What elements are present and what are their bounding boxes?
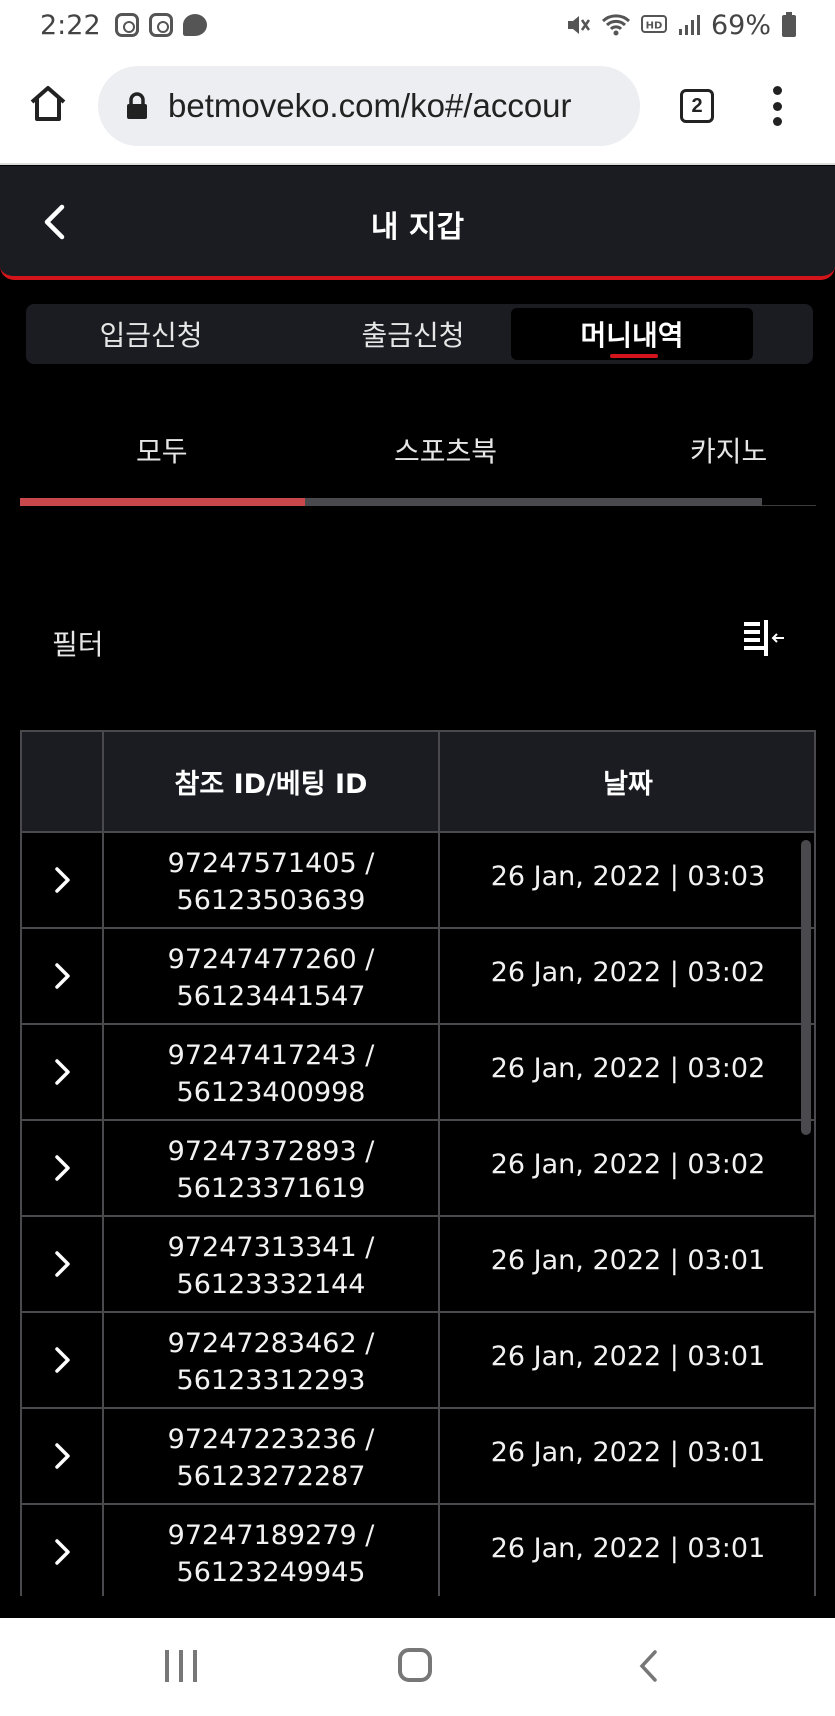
nav-home-icon[interactable] — [398, 1648, 432, 1682]
tab-money-history[interactable]: 머니내역 — [511, 308, 753, 360]
ref-id: 97247313341 / — [167, 1232, 375, 1263]
column-header-ref-id: 참조 ID/베팅 ID — [174, 769, 368, 800]
filter-label: 필터 — [52, 628, 104, 661]
svg-text:HD: HD — [646, 21, 663, 32]
ref-bet-id-cell: 97247477260 / 56123441547 — [104, 941, 438, 1015]
ref-id: 97247477260 / — [167, 944, 375, 975]
ref-bet-id-cell: 97247571405 / 56123503639 — [104, 845, 438, 919]
ref-bet-id-cell: 97247189279 / 56123249945 — [104, 1517, 438, 1591]
status-time: 2:22 — [40, 9, 101, 41]
table-row[interactable]: 97247223236 / 56123272287 26 Jan, 2022 | 0… — [20, 1409, 816, 1505]
filter-toggle-icon[interactable] — [742, 618, 786, 658]
subtab-casino[interactable]: 카지노 — [690, 430, 767, 470]
ref-bet-id-cell: 97247223236 / 56123272287 — [104, 1421, 438, 1495]
bet-id: 56123400998 — [176, 1077, 366, 1108]
ref-id: 97247372893 / — [167, 1136, 375, 1167]
subtab-sportsbook[interactable]: 스포츠북 — [394, 430, 497, 470]
date-cell: 26 Jan, 2022 | 03:02 — [490, 1053, 766, 1084]
bet-id: 56123503639 — [176, 885, 366, 916]
ref-id: 97247283462 / — [167, 1328, 375, 1359]
address-bar[interactable]: betmoveko.com/ko#/accour — [98, 66, 640, 146]
tab-money-history-label: 머니내역 — [580, 319, 684, 352]
divider — [762, 505, 816, 506]
active-tab-underline — [610, 354, 658, 358]
ref-bet-id-cell: 97247372893 / 56123371619 — [104, 1133, 438, 1207]
wallet-tabs: 입금신청 출금신청 머니내역 — [26, 304, 813, 364]
chevron-right-icon[interactable] — [52, 1441, 74, 1471]
browser-toolbar: betmoveko.com/ko#/accour 2 — [0, 50, 835, 165]
ref-bet-id-cell: 97247313341 / 56123332144 — [104, 1229, 438, 1303]
table-row[interactable]: 97247417243 / 56123400998 26 Jan, 2022 | 0… — [20, 1025, 816, 1121]
bet-id: 56123249945 — [176, 1557, 366, 1588]
bet-id: 56123332144 — [176, 1269, 366, 1300]
app-header: 내 지갑 — [0, 166, 835, 280]
lock-icon — [127, 92, 147, 119]
battery-percent: 69% — [710, 9, 771, 41]
ref-bet-id-cell: 97247283462 / 56123312293 — [104, 1325, 438, 1399]
table-row[interactable]: 97247571405 / 56123503639 26 Jan, 2022 | 0… — [20, 833, 816, 929]
chevron-right-icon[interactable] — [52, 961, 74, 991]
ref-id: 97247417243 / — [167, 1040, 375, 1071]
wifi-icon — [601, 14, 631, 36]
date-cell: 26 Jan, 2022 | 03:01 — [490, 1437, 766, 1468]
chevron-right-icon[interactable] — [52, 865, 74, 895]
page-title: 내 지갑 — [370, 210, 465, 245]
ref-id: 97247189279 / — [167, 1520, 375, 1551]
transactions-table: 참조 ID/베팅 ID 날짜 97247571405 / 56123503639 2… — [20, 730, 816, 1596]
subtab-active-indicator — [20, 498, 305, 506]
date-cell: 26 Jan, 2022 | 03:03 — [490, 861, 766, 892]
column-header-date: 날짜 — [603, 769, 653, 800]
nav-back-icon[interactable] — [636, 1648, 660, 1684]
bet-id: 56123441547 — [176, 981, 366, 1012]
bet-id: 56123272287 — [176, 1461, 366, 1492]
table-row[interactable]: 97247313341 / 56123332144 26 Jan, 2022 | 0… — [20, 1217, 816, 1313]
bet-id: 56123371619 — [176, 1173, 366, 1204]
recent-apps-icon[interactable] — [165, 1650, 197, 1682]
chevron-right-icon[interactable] — [52, 1249, 74, 1279]
hd-icon: HD — [640, 15, 667, 33]
date-cell: 26 Jan, 2022 | 03:01 — [490, 1341, 766, 1372]
chevron-right-icon[interactable] — [52, 1345, 74, 1375]
android-nav-bar — [0, 1618, 835, 1716]
instagram-icon — [114, 13, 139, 37]
home-icon[interactable] — [28, 83, 68, 123]
subtab-all[interactable]: 모두 — [136, 430, 188, 470]
ref-bet-id-cell: 97247417243 / 56123400998 — [104, 1037, 438, 1111]
table-row[interactable]: 97247372893 / 56123371619 26 Jan, 2022 | 0… — [20, 1121, 816, 1217]
table-row[interactable]: 97247189279 / 56123249945 26 Jan, 2022 | 0… — [20, 1505, 816, 1596]
status-bar: 2:22 HD 69% — [0, 0, 835, 50]
table-scrollbar[interactable] — [801, 840, 811, 1135]
date-cell: 26 Jan, 2022 | 03:02 — [490, 957, 766, 988]
table-row[interactable]: 97247477260 / 56123441547 26 Jan, 2022 | 0… — [20, 929, 816, 1025]
chevron-right-icon[interactable] — [52, 1057, 74, 1087]
chevron-right-icon[interactable] — [52, 1153, 74, 1183]
ref-id: 97247571405 / — [167, 848, 375, 879]
bet-id: 56123312293 — [176, 1365, 366, 1396]
table-row[interactable]: 97247283462 / 56123312293 26 Jan, 2022 | 0… — [20, 1313, 816, 1409]
instagram-icon — [148, 13, 173, 37]
date-cell: 26 Jan, 2022 | 03:02 — [490, 1149, 766, 1180]
date-cell: 26 Jan, 2022 | 03:01 — [490, 1245, 766, 1276]
chat-icon — [182, 14, 207, 36]
tab-deposit-request[interactable]: 입금신청 — [30, 308, 272, 360]
column-header-expand — [22, 732, 102, 831]
date-cell: 26 Jan, 2022 | 03:01 — [490, 1533, 766, 1564]
more-menu-icon[interactable] — [770, 86, 784, 126]
mute-icon — [567, 16, 591, 34]
tab-switcher-button[interactable]: 2 — [680, 89, 714, 123]
chevron-right-icon[interactable] — [52, 1537, 74, 1567]
table-header: 참조 ID/베팅 ID 날짜 — [20, 730, 816, 833]
tab-withdraw-request[interactable]: 출금신청 — [292, 308, 534, 360]
url-text: betmoveko.com/ko#/accour — [168, 87, 572, 124]
signal-icon — [678, 15, 700, 35]
ref-id: 97247223236 / — [167, 1424, 375, 1455]
battery-icon — [782, 12, 796, 37]
